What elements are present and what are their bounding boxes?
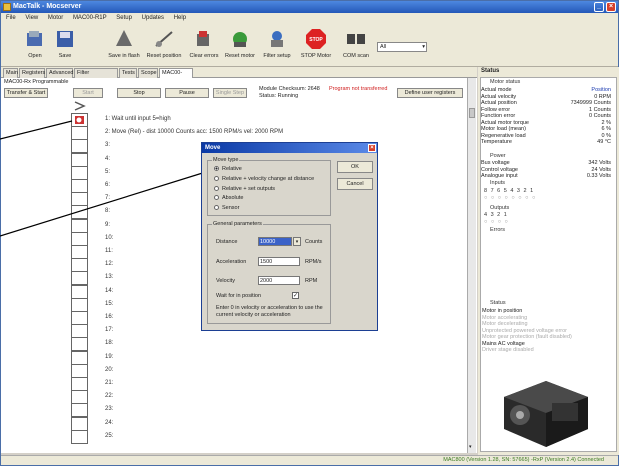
distance-unit-dropdown-icon[interactable]: ▾: [293, 237, 301, 246]
move-dialog: Move × Move type Relative Relative + velo…: [201, 142, 378, 331]
distance-unit: Counts: [305, 239, 323, 245]
radio-icon[interactable]: [214, 185, 219, 191]
radio-icon[interactable]: [214, 175, 219, 181]
acceleration-unit: RPM/s: [305, 259, 322, 265]
move-type-option-label: Relative + set outputs: [222, 185, 276, 192]
cancel-button[interactable]: Cancel: [337, 178, 373, 190]
general-parameters-label: General parameters: [212, 221, 263, 227]
move-type-radio[interactable]: Relative + velocity change at distance: [214, 175, 315, 183]
distance-label: Distance: [216, 239, 238, 245]
move-type-radio[interactable]: Relative: [214, 166, 242, 173]
move-type-option-label: Absolute: [222, 195, 244, 202]
close-icon[interactable]: ×: [368, 144, 376, 152]
velocity-label: Velocity: [216, 278, 235, 284]
wait-in-position-label: Wait for in position: [216, 293, 262, 299]
dialog-note: Enter 0 in velocity or acceleration to u…: [216, 305, 323, 318]
callout-line-dialog: [0, 170, 210, 237]
general-parameters-group: General parameters Distance 10000 ▾ Coun…: [207, 221, 331, 324]
velocity-input[interactable]: 2000: [258, 276, 300, 285]
callout-line-command: [0, 120, 73, 140]
move-type-option-label: Relative + velocity change at distance: [222, 175, 315, 182]
wait-in-position-checkbox[interactable]: ✓: [292, 292, 299, 299]
velocity-unit: RPM: [305, 278, 318, 284]
acceleration-label: Acceleration: [216, 259, 247, 265]
distance-input[interactable]: 10000: [258, 237, 292, 246]
move-type-group: Move type Relative Relative + velocity ch…: [207, 157, 331, 216]
move-type-radio[interactable]: Relative + set outputs: [214, 185, 276, 193]
move-type-radio[interactable]: Absolute: [214, 195, 243, 202]
radio-icon[interactable]: [214, 166, 219, 171]
ok-button[interactable]: OK: [337, 161, 373, 173]
move-type-label: Move type: [212, 157, 240, 163]
acceleration-input[interactable]: 1500: [258, 257, 300, 266]
radio-icon[interactable]: [214, 195, 219, 201]
dialog-title[interactable]: Move ×: [202, 143, 377, 153]
move-type-option-label: Relative: [222, 166, 242, 172]
move-type-radio[interactable]: Sensor: [214, 205, 239, 212]
dialog-title-text: Move: [205, 145, 221, 151]
move-type-option-label: Sensor: [222, 205, 240, 212]
radio-icon[interactable]: [214, 205, 219, 211]
